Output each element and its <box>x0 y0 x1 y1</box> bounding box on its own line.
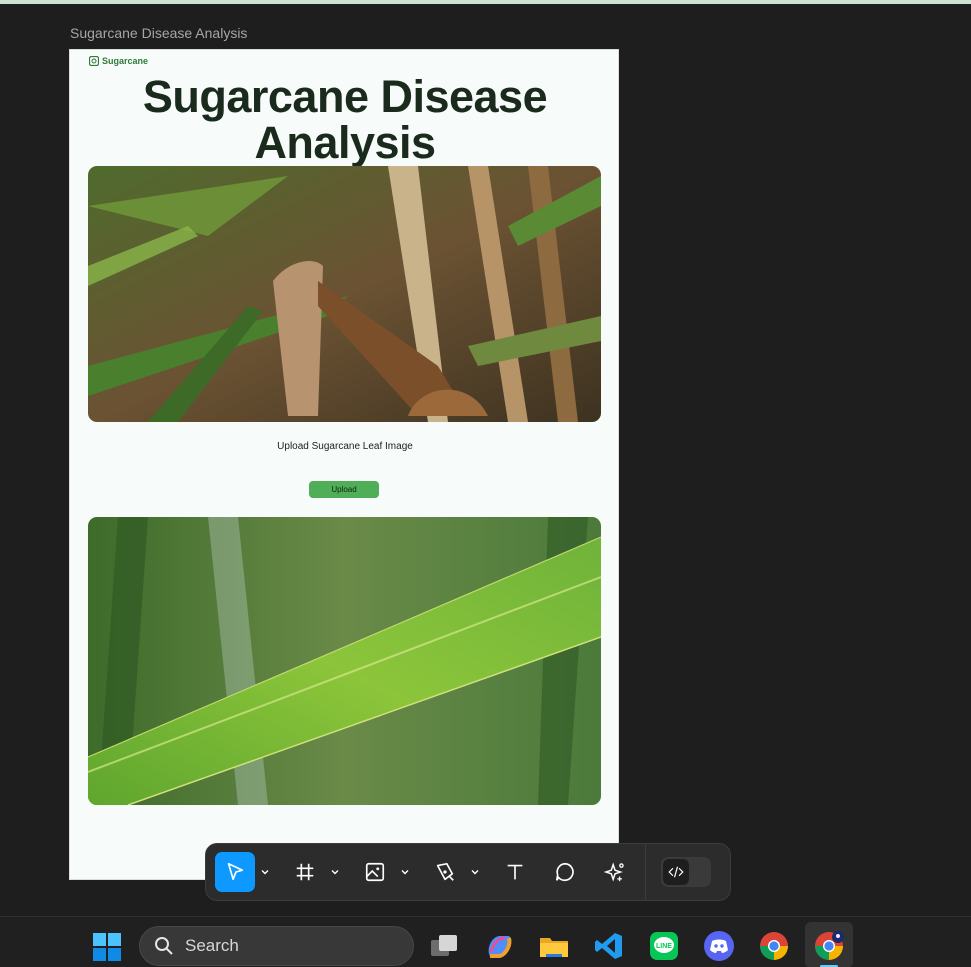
page-title: Sugarcane Disease Analysis <box>142 71 548 168</box>
actions-tool-button[interactable] <box>595 852 635 892</box>
sparkle-icon <box>604 862 624 882</box>
brand-logo[interactable]: Sugarcane <box>89 56 148 66</box>
windows-taskbar: Search LINE <box>0 916 971 967</box>
copilot-button[interactable] <box>483 930 515 962</box>
design-toolbar <box>205 843 731 901</box>
image-icon <box>365 862 385 882</box>
chevron-down-icon <box>331 870 339 875</box>
green-sugarcane-leaf-image <box>88 517 601 805</box>
file-explorer-button[interactable] <box>538 930 570 962</box>
discord-icon <box>704 931 734 961</box>
text-tool-button[interactable] <box>495 852 535 892</box>
search-placeholder: Search <box>185 936 239 955</box>
toolbar-divider <box>645 843 646 901</box>
image-tool-button[interactable] <box>355 852 395 892</box>
vscode-button[interactable] <box>593 930 625 962</box>
chrome-profile-icon <box>815 931 844 960</box>
frame-hash-icon <box>296 863 314 881</box>
windows-start-button[interactable] <box>92 932 122 962</box>
chevron-down-icon <box>261 870 269 875</box>
chrome-profile-button[interactable] <box>813 930 845 962</box>
line-icon: LINE <box>650 932 678 960</box>
sugarcane-logo-icon <box>89 56 99 66</box>
frame-tool-dropdown[interactable] <box>325 852 345 892</box>
discord-button[interactable] <box>703 930 735 962</box>
image-tool-dropdown[interactable] <box>395 852 415 892</box>
design-frame[interactable]: Sugarcane Sugarcane Disease Analysis Upl… <box>69 49 619 880</box>
upload-button[interactable]: Upload <box>309 481 379 498</box>
pen-icon <box>436 862 454 881</box>
move-tool-dropdown[interactable] <box>255 852 275 892</box>
windows-start-icon <box>93 933 121 961</box>
pen-tool-button[interactable] <box>425 852 465 892</box>
brand-name: Sugarcane <box>102 56 149 66</box>
search-icon <box>155 937 173 955</box>
top-window-strip <box>0 0 971 4</box>
move-tool-button[interactable] <box>215 852 255 892</box>
frame-tool-button[interactable] <box>285 852 325 892</box>
upload-instruction: Upload Sugarcane Leaf Image <box>277 441 413 452</box>
taskbar-search[interactable]: Search <box>139 926 414 966</box>
dry-sugarcane-image <box>88 166 601 422</box>
dev-mode-toggle[interactable] <box>661 857 711 887</box>
comment-tool-button[interactable] <box>545 852 585 892</box>
task-view-button[interactable] <box>428 930 460 962</box>
svg-text:LINE: LINE <box>656 943 672 950</box>
code-icon <box>668 866 684 878</box>
chrome-button[interactable] <box>758 930 790 962</box>
chevron-down-icon <box>471 870 479 875</box>
vscode-icon <box>595 933 622 959</box>
comment-icon <box>555 862 574 882</box>
file-explorer-icon <box>540 938 568 957</box>
text-icon <box>507 864 523 880</box>
task-view-icon <box>431 935 457 956</box>
copilot-icon <box>488 936 512 958</box>
chrome-icon <box>760 932 788 960</box>
pen-tool-dropdown[interactable] <box>465 852 485 892</box>
cursor-arrow-icon <box>227 862 244 881</box>
frame-label[interactable]: Sugarcane Disease Analysis <box>70 25 247 41</box>
dev-mode-knob <box>663 859 689 885</box>
line-button[interactable]: LINE <box>648 930 680 962</box>
chevron-down-icon <box>401 870 409 875</box>
